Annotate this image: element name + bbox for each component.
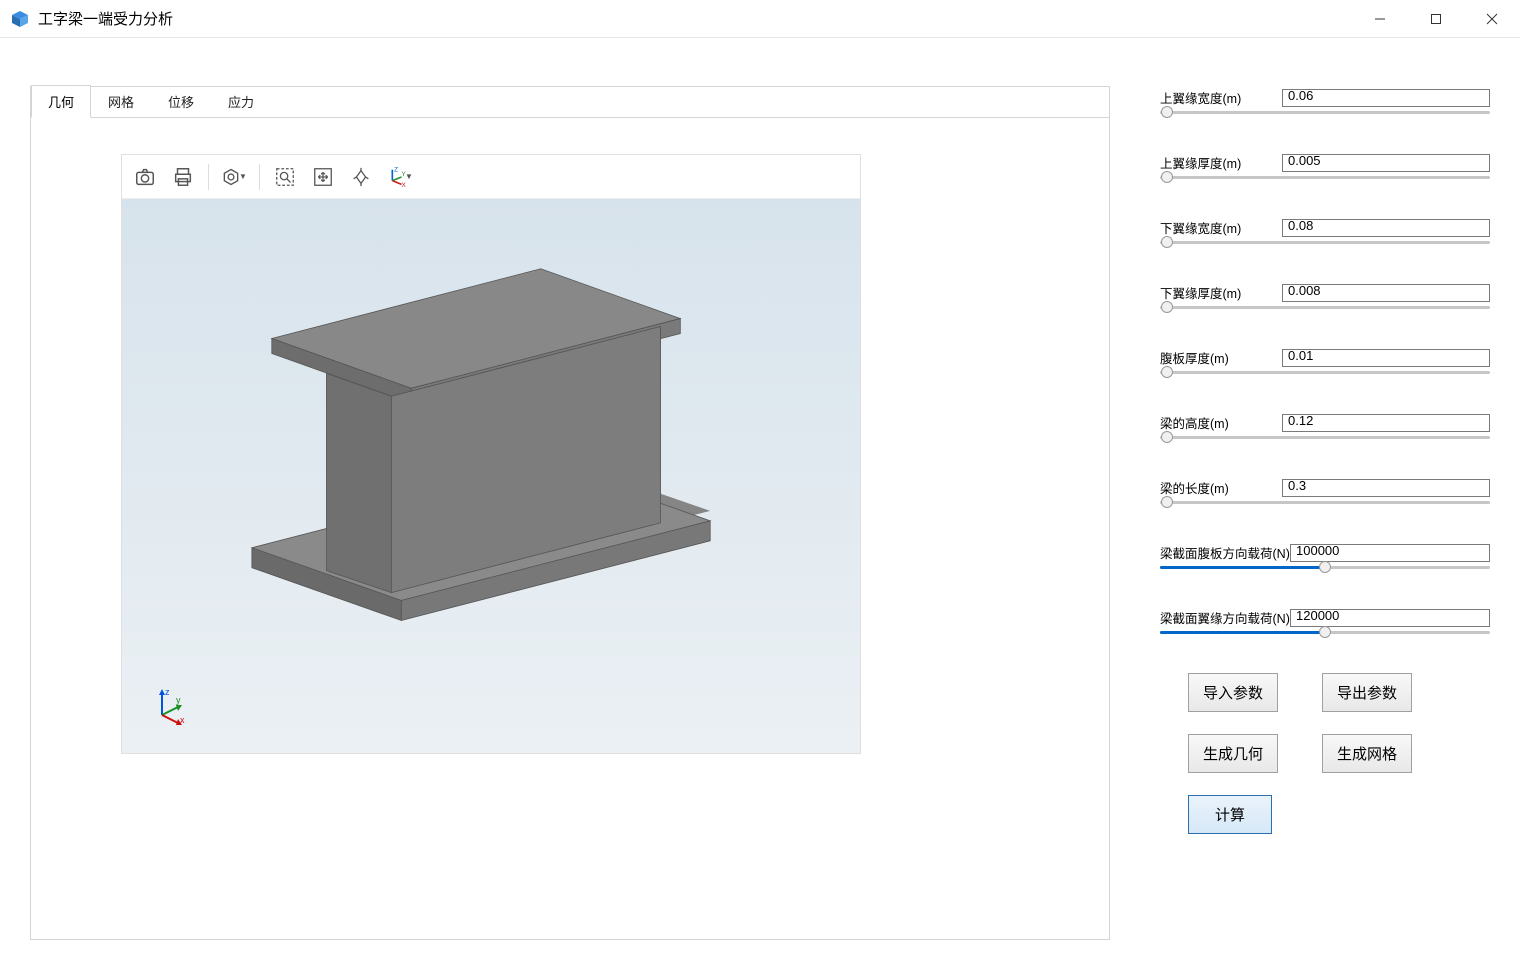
import-params-button[interactable]: 导入参数 [1188, 673, 1278, 712]
viewer-3d[interactable]: ▼ Z Y X [121, 154, 861, 754]
slider-beam-length[interactable] [1160, 497, 1490, 515]
left-panel: 几何 网格 位移 应力 ▼ [30, 86, 1110, 940]
generate-mesh-button[interactable]: 生成网格 [1322, 734, 1412, 773]
input-load-web[interactable]: 100000 [1290, 544, 1490, 562]
axes-icon[interactable]: Z Y X ▼ [382, 160, 416, 194]
svg-text:Z: Z [394, 166, 398, 173]
param-bottom-flange-width: 下翼缘宽度(m) 0.08 [1160, 218, 1490, 255]
slider-top-flange-width[interactable] [1160, 107, 1490, 125]
tabs: 几何 网格 位移 应力 [31, 86, 1109, 118]
window-controls [1352, 0, 1520, 38]
tab-stress[interactable]: 应力 [211, 85, 271, 118]
compute-button[interactable]: 计算 [1188, 795, 1272, 834]
slider-load-flange[interactable] [1160, 627, 1490, 645]
axis-triad: z y x [152, 685, 192, 725]
input-bottom-flange-thick[interactable]: 0.008 [1282, 284, 1490, 302]
parameter-panel: 上翼缘宽度(m) 0.06 上翼缘厚度(m) 0.005 下翼缘宽度(m) 0.… [1110, 86, 1490, 940]
input-load-flange[interactable]: 120000 [1290, 609, 1490, 627]
minimize-button[interactable] [1352, 0, 1408, 38]
input-beam-length[interactable]: 0.3 [1282, 479, 1490, 497]
param-beam-length: 梁的长度(m) 0.3 [1160, 478, 1490, 515]
input-top-flange-width[interactable]: 0.06 [1282, 89, 1490, 107]
export-params-button[interactable]: 导出参数 [1322, 673, 1412, 712]
generate-geometry-button[interactable]: 生成几何 [1188, 734, 1278, 773]
slider-bottom-flange-thick[interactable] [1160, 302, 1490, 320]
svg-text:z: z [165, 687, 170, 697]
slider-top-flange-thick[interactable] [1160, 172, 1490, 190]
tab-displacement[interactable]: 位移 [151, 85, 211, 118]
slider-load-web[interactable] [1160, 562, 1490, 580]
fit-view-icon[interactable] [306, 160, 340, 194]
app-title: 工字梁一端受力分析 [38, 8, 173, 29]
slider-web-thick[interactable] [1160, 367, 1490, 385]
param-top-flange-width: 上翼缘宽度(m) 0.06 [1160, 88, 1490, 125]
param-bottom-flange-thick: 下翼缘厚度(m) 0.008 [1160, 283, 1490, 320]
param-beam-height: 梁的高度(m) 0.12 [1160, 413, 1490, 450]
param-top-flange-thick: 上翼缘厚度(m) 0.005 [1160, 153, 1490, 190]
svg-text:x: x [180, 715, 185, 725]
tab-mesh[interactable]: 网格 [91, 85, 151, 118]
input-top-flange-thick[interactable]: 0.005 [1282, 154, 1490, 172]
nut-icon[interactable]: ▼ [217, 160, 251, 194]
app-icon [10, 9, 30, 29]
slider-bottom-flange-width[interactable] [1160, 237, 1490, 255]
param-web-thick: 腹板厚度(m) 0.01 [1160, 348, 1490, 385]
svg-text:X: X [402, 182, 407, 188]
svg-text:y: y [176, 695, 181, 705]
close-button[interactable] [1464, 0, 1520, 38]
input-bottom-flange-width[interactable]: 0.08 [1282, 219, 1490, 237]
slider-beam-height[interactable] [1160, 432, 1490, 450]
rotate-icon[interactable] [344, 160, 378, 194]
tab-geometry[interactable]: 几何 [31, 85, 91, 118]
input-web-thick[interactable]: 0.01 [1282, 349, 1490, 367]
viewer-toolbar: ▼ Z Y X [122, 155, 860, 199]
param-load-web: 梁截面腹板方向载荷(N) 100000 [1160, 543, 1490, 580]
titlebar: 工字梁一端受力分析 [0, 0, 1520, 38]
input-beam-height[interactable]: 0.12 [1282, 414, 1490, 432]
viewer-canvas[interactable]: z y x [122, 199, 860, 753]
param-load-flange: 梁截面翼缘方向载荷(N) 120000 [1160, 608, 1490, 645]
camera-icon[interactable] [128, 160, 162, 194]
print-icon[interactable] [166, 160, 200, 194]
maximize-button[interactable] [1408, 0, 1464, 38]
zoom-region-icon[interactable] [268, 160, 302, 194]
